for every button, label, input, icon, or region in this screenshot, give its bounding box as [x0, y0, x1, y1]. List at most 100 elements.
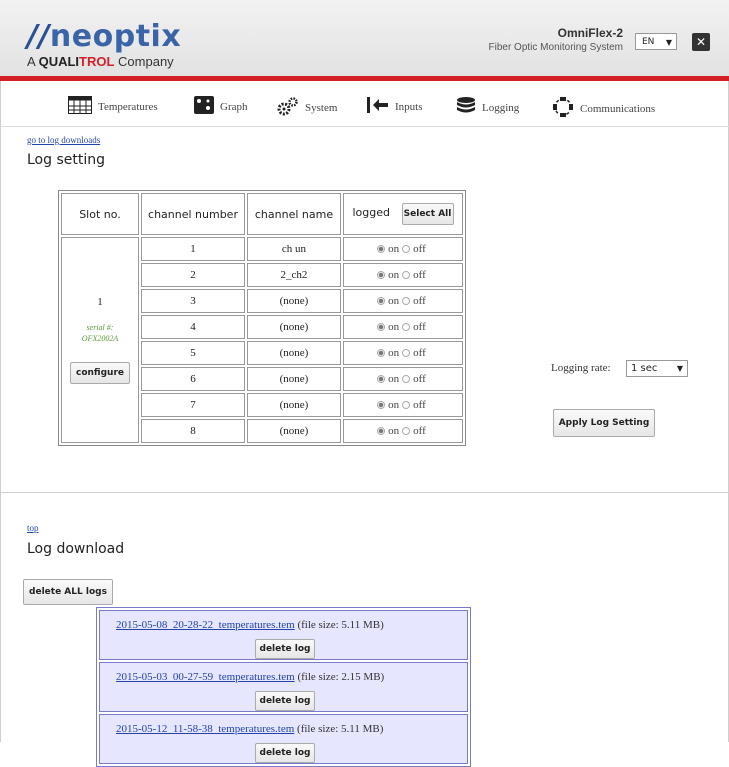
channel-name-cell: (none)	[247, 393, 341, 417]
product-desc: Fiber Optic Monitoring System	[488, 42, 624, 53]
company-prefix: A	[27, 54, 39, 69]
radio-off[interactable]	[402, 349, 411, 358]
col-logged: logged Select All	[343, 193, 463, 235]
nav-communications[interactable]: Communications	[552, 96, 655, 121]
company-trol: TROL	[79, 54, 115, 69]
nav-label: Graph	[220, 100, 248, 113]
channel-number-cell: 2	[141, 263, 245, 287]
radio-off-label: off	[413, 269, 426, 282]
table-header-row: Slot no. channel number channel name log…	[61, 193, 463, 235]
radio-on-label: on	[388, 347, 400, 360]
radio-on-label: on	[388, 425, 400, 438]
database-icon	[456, 96, 476, 119]
channel-name-cell: 2_ch2	[247, 263, 341, 287]
channel-number-cell: 5	[141, 341, 245, 365]
radio-off-label: off	[413, 295, 426, 308]
nav-label: Inputs	[395, 100, 423, 113]
channel-name-cell: (none)	[247, 315, 341, 339]
language-select[interactable]: EN ▼	[635, 33, 677, 50]
delete-log-button[interactable]: delete log	[255, 743, 315, 763]
radio-off[interactable]	[402, 297, 411, 306]
log-file-link[interactable]: 2015-05-08_20-28-22_temperatures.tem	[116, 619, 295, 631]
log-file-link[interactable]: 2015-05-12_11-58-38_temperatures.tem	[116, 723, 294, 735]
radio-on[interactable]	[377, 427, 386, 436]
logged-cell: on off	[343, 341, 463, 365]
radio-off[interactable]	[402, 375, 411, 384]
section-divider	[0, 492, 729, 493]
top-link[interactable]: top	[27, 523, 39, 533]
log-file-text: 2015-05-08_20-28-22_temperatures.tem (fi…	[116, 619, 384, 631]
chevron-down-icon: ▼	[676, 364, 683, 373]
radio-on[interactable]	[377, 349, 386, 358]
radio-off[interactable]	[402, 401, 411, 410]
select-all-button[interactable]: Select All	[401, 203, 454, 225]
log-file-text: 2015-05-03_00-27-59_temperatures.tem (fi…	[116, 671, 384, 683]
log-file-size: (file size: 5.11 MB)	[297, 619, 384, 631]
log-file-link[interactable]: 2015-05-03_00-27-59_temperatures.tem	[116, 671, 295, 683]
channel-number-cell: 4	[141, 315, 245, 339]
log-download-title: Log download	[27, 541, 125, 557]
radio-on-label: on	[388, 321, 400, 334]
radio-on[interactable]	[377, 297, 386, 306]
nav-temperatures[interactable]: Temperatures	[68, 96, 158, 117]
logging-rate-select[interactable]: 1 sec ▼	[626, 360, 688, 377]
logged-cell: on off	[343, 289, 463, 313]
radio-off-label: off	[413, 373, 426, 386]
radio-off[interactable]	[402, 245, 411, 254]
col-channel-name: channel name	[247, 193, 341, 235]
configure-button[interactable]: configure	[70, 362, 130, 384]
input-arrow-icon	[367, 96, 389, 117]
logged-cell: on off	[343, 315, 463, 339]
radio-off[interactable]	[402, 427, 411, 436]
apply-log-setting-button[interactable]: Apply Log Setting	[553, 409, 655, 437]
col-slot: Slot no.	[61, 193, 139, 235]
nav-system[interactable]: System	[277, 96, 337, 119]
logging-rate-value: 1 sec	[631, 363, 658, 374]
channel-number-cell: 3	[141, 289, 245, 313]
logged-cell: on off	[343, 263, 463, 287]
radio-off-label: off	[413, 347, 426, 360]
radio-on[interactable]	[377, 245, 386, 254]
log-file-row: 2015-05-08_20-28-22_temperatures.tem (fi…	[99, 610, 468, 660]
channel-number-cell: 6	[141, 367, 245, 391]
logged-cell: on off	[343, 419, 463, 443]
header-red-line	[0, 76, 729, 81]
log-setting-table: Slot no. channel number channel name log…	[58, 190, 466, 446]
log-file-row: 2015-05-03_00-27-59_temperatures.tem (fi…	[99, 662, 468, 712]
slot-number: 1	[97, 296, 103, 308]
radio-off[interactable]	[402, 323, 411, 332]
channel-name-cell: (none)	[247, 289, 341, 313]
language-value: EN	[642, 37, 655, 47]
col-logged-label: logged	[352, 206, 390, 219]
delete-log-button[interactable]: delete log	[255, 691, 315, 711]
header: //neoptix A QUALITROL Company OmniFlex-2…	[0, 0, 729, 76]
radio-off[interactable]	[402, 271, 411, 280]
nav-label: Communications	[580, 102, 656, 115]
gears-icon	[277, 96, 299, 119]
close-icon[interactable]: ✕	[692, 33, 710, 51]
main-nav: Temperatures Graph System Inputs Logging…	[0, 84, 729, 127]
nav-logging[interactable]: Logging	[456, 96, 519, 119]
radio-on[interactable]	[377, 271, 386, 280]
logo-text: neoptix	[49, 19, 182, 54]
logged-cell: on off	[343, 367, 463, 391]
radio-on[interactable]	[377, 375, 386, 384]
channel-name-cell: (none)	[247, 367, 341, 391]
delete-all-logs-button[interactable]: delete ALL logs	[23, 579, 113, 605]
nav-inputs[interactable]: Inputs	[367, 96, 423, 117]
graph-icon	[194, 96, 214, 117]
radio-on[interactable]	[377, 401, 386, 410]
logo-mark-icon: //	[27, 19, 50, 54]
col-channel-number: channel number	[141, 193, 245, 235]
radio-on-label: on	[388, 295, 400, 308]
company-line: A QUALITROL Company	[27, 54, 181, 69]
channel-number-cell: 7	[141, 393, 245, 417]
delete-log-button[interactable]: delete log	[255, 639, 315, 659]
goto-log-downloads-link[interactable]: go to log downloads	[27, 135, 100, 145]
nav-graph[interactable]: Graph	[194, 96, 248, 117]
radio-on-label: on	[388, 243, 400, 256]
chevron-down-icon: ▼	[665, 38, 672, 47]
log-file-row: 2015-05-12_11-58-38_temperatures.tem (fi…	[99, 714, 468, 764]
radio-on[interactable]	[377, 323, 386, 332]
radio-on-label: on	[388, 269, 400, 282]
